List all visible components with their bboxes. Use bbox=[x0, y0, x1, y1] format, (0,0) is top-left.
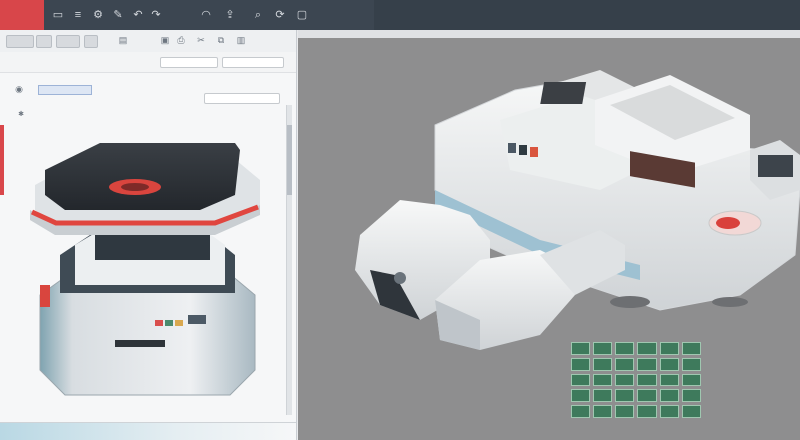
grid-cell[interactable] bbox=[571, 342, 591, 355]
folder-icon[interactable]: ▤ bbox=[118, 35, 128, 45]
grid-cell[interactable] bbox=[659, 342, 679, 355]
grid-cell[interactable] bbox=[681, 389, 701, 403]
grid-cell[interactable] bbox=[593, 373, 613, 387]
grid-cell[interactable] bbox=[659, 357, 679, 371]
grid-cell[interactable] bbox=[659, 405, 679, 418]
grid-cell[interactable] bbox=[615, 373, 635, 387]
undo-icon[interactable]: ↶ bbox=[132, 9, 144, 21]
grid-cell[interactable] bbox=[681, 373, 701, 387]
left-status-bar bbox=[0, 423, 296, 440]
grid-cell[interactable] bbox=[681, 342, 701, 355]
grid-cell[interactable] bbox=[637, 357, 657, 371]
edit-icon[interactable]: ✎ bbox=[112, 9, 124, 21]
document-icon[interactable]: ◉ bbox=[14, 84, 24, 94]
format-field[interactable] bbox=[160, 57, 218, 68]
cut-icon[interactable]: ✂ bbox=[196, 35, 206, 45]
grid-cell[interactable] bbox=[637, 342, 657, 355]
grid-cell[interactable] bbox=[615, 405, 635, 418]
wifi-icon[interactable]: ◠ bbox=[200, 9, 212, 21]
app-logo[interactable] bbox=[0, 0, 44, 30]
grid-cell[interactable] bbox=[571, 389, 591, 403]
copy-icon[interactable]: ⧉ bbox=[216, 35, 226, 45]
style-field[interactable] bbox=[222, 57, 284, 68]
toolbar-button-3[interactable] bbox=[56, 35, 80, 48]
grid-cell[interactable] bbox=[681, 405, 701, 418]
grid-cell[interactable] bbox=[571, 373, 591, 387]
menu-icon[interactable]: ≡ bbox=[72, 9, 84, 21]
grid-cell[interactable] bbox=[615, 357, 635, 371]
grid-cell[interactable] bbox=[659, 373, 679, 387]
share-icon[interactable]: ⇪ bbox=[224, 9, 236, 21]
grid-cell[interactable] bbox=[637, 405, 657, 418]
device-illustration-right bbox=[355, 70, 800, 350]
lock-icon[interactable]: ▢ bbox=[296, 9, 308, 21]
title-bar: ▭ ≡ ⚙ ✎ ↶ ↷ ◠ ⇪ ⌕ ⟳ ▢ bbox=[0, 0, 800, 30]
left-scrollbar[interactable] bbox=[286, 105, 292, 415]
data-grid bbox=[571, 342, 701, 418]
search-icon[interactable]: ⌕ bbox=[252, 9, 264, 21]
search-input[interactable] bbox=[204, 93, 280, 104]
redo-icon[interactable]: ↷ bbox=[150, 9, 162, 21]
grid-cell[interactable] bbox=[637, 389, 657, 403]
device-illustration-left bbox=[30, 143, 260, 396]
grid-cell[interactable] bbox=[681, 357, 701, 371]
grid-cell[interactable] bbox=[615, 342, 635, 355]
settings-icon[interactable]: ⚙ bbox=[92, 9, 104, 21]
sync-icon[interactable]: ⟳ bbox=[274, 9, 286, 21]
print-icon[interactable]: ⎙ bbox=[176, 35, 186, 45]
right-window-tabs bbox=[374, 0, 800, 30]
right-viewport-header bbox=[298, 30, 800, 38]
left-toolbar: ▤ ▣ ⎙ ✂ ⧉ ▥ bbox=[0, 30, 296, 53]
grid-cell[interactable] bbox=[637, 373, 657, 387]
grid-cell[interactable] bbox=[659, 389, 679, 403]
grid-cell[interactable] bbox=[571, 357, 591, 371]
grid-cell[interactable] bbox=[593, 342, 613, 355]
left-subbar bbox=[0, 52, 296, 73]
grid-cell[interactable] bbox=[593, 389, 613, 403]
left-document-window: ▤ ▣ ⎙ ✂ ⧉ ▥ ◉ ✱ bbox=[0, 30, 297, 440]
toolbar-button-1[interactable] bbox=[6, 35, 34, 48]
grid-cell[interactable] bbox=[615, 389, 635, 403]
address-field[interactable] bbox=[38, 85, 92, 95]
grid-cell[interactable] bbox=[593, 357, 613, 371]
save-icon[interactable]: ▣ bbox=[160, 35, 170, 45]
paste-icon[interactable]: ▥ bbox=[236, 35, 246, 45]
left-accent-bar bbox=[0, 125, 4, 195]
grid-cell[interactable] bbox=[593, 405, 613, 418]
toolbar-button-2[interactable] bbox=[36, 35, 52, 48]
left-scroll-thumb[interactable] bbox=[287, 125, 292, 195]
grid-cell[interactable] bbox=[571, 405, 591, 418]
toolbar-button-4[interactable] bbox=[84, 35, 98, 48]
window-icon[interactable]: ▭ bbox=[52, 9, 64, 21]
